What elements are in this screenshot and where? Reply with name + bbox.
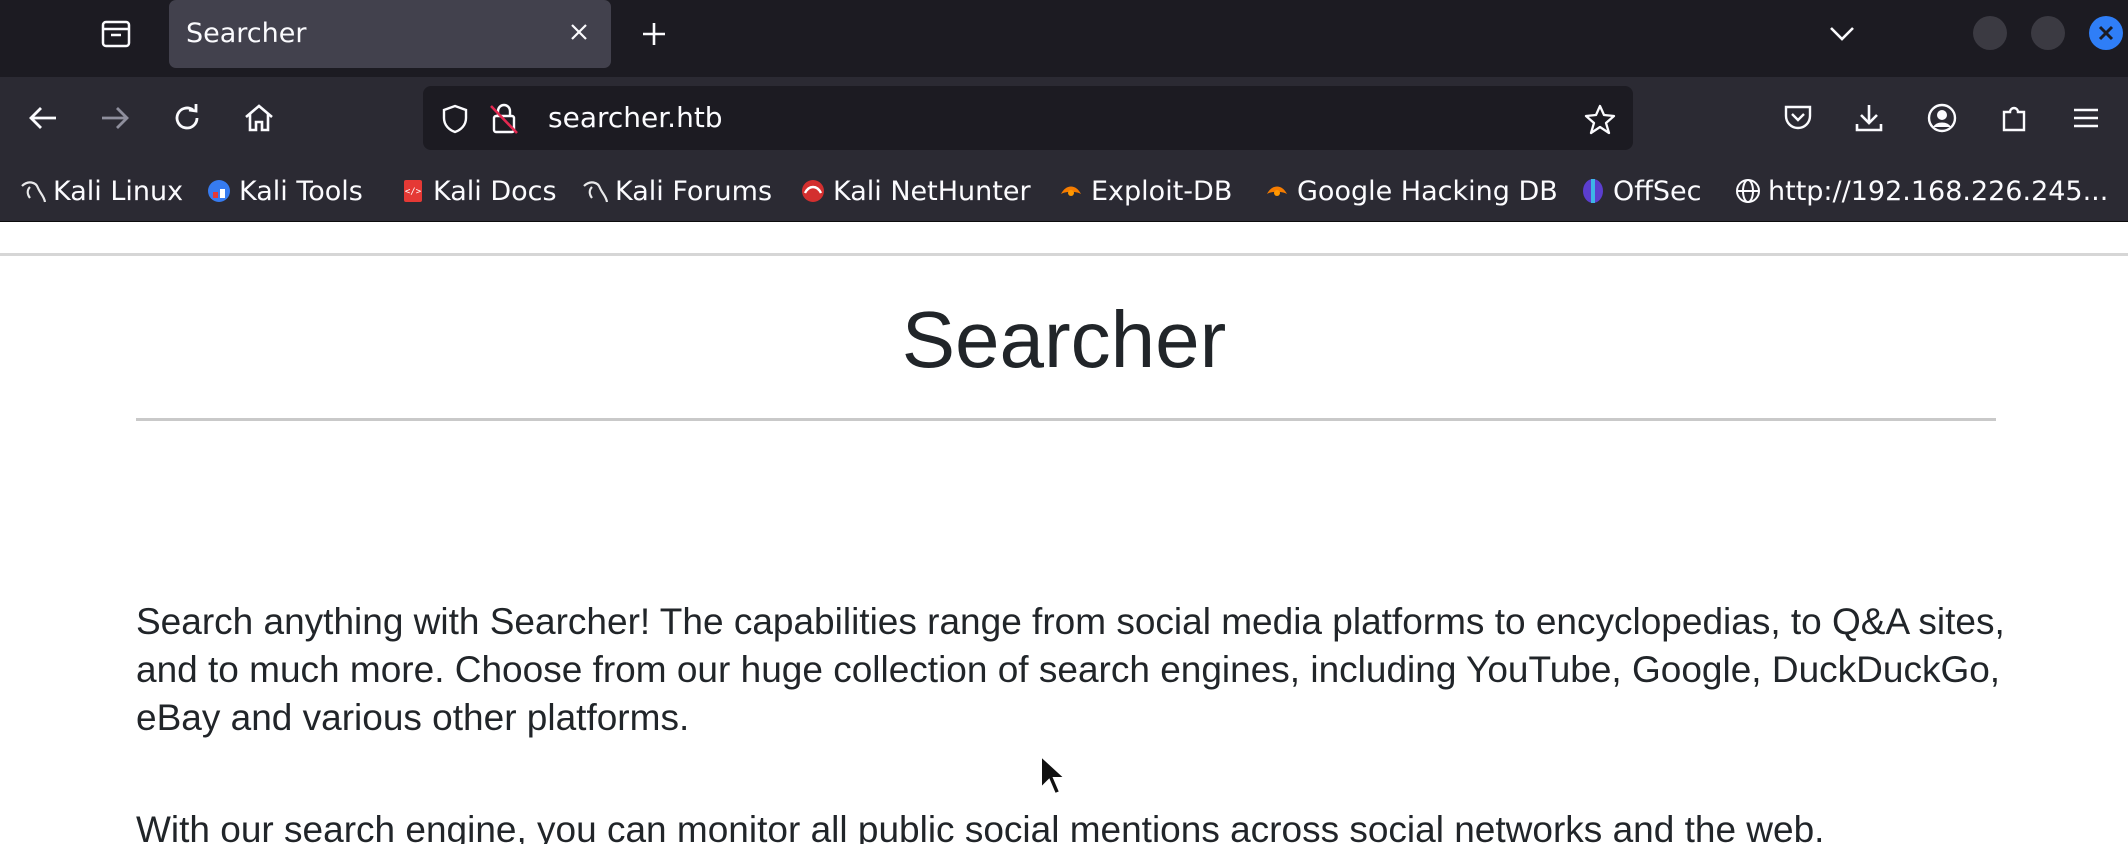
nethunter-icon — [800, 178, 826, 204]
maximize-button[interactable] — [2031, 16, 2065, 50]
bookmark-kali-docs[interactable]: </> Kali Docs — [400, 172, 557, 210]
arrow-left-icon — [29, 107, 56, 129]
divider — [0, 253, 2128, 256]
bookmark-page-button[interactable] — [1583, 102, 1617, 136]
intro-paragraph: Search anything with Searcher! The capab… — [136, 601, 2005, 738]
bookmark-offsec[interactable]: OffSec — [1580, 172, 1701, 210]
kali-dragon-icon — [582, 178, 608, 204]
puzzle-piece-icon — [2002, 106, 2026, 132]
forward-button[interactable] — [92, 95, 138, 141]
exploit-db-icon — [1264, 178, 1290, 204]
tab-close-button[interactable] — [565, 18, 593, 46]
bookmark-label: OffSec — [1613, 175, 1702, 207]
downloads-button[interactable] — [1846, 95, 1892, 141]
reload-button[interactable] — [164, 95, 210, 141]
firefox-view-button[interactable] — [94, 14, 138, 54]
minimize-button[interactable] — [1973, 16, 2007, 50]
list-all-tabs-button[interactable] — [1822, 14, 1862, 54]
back-button[interactable] — [20, 95, 66, 141]
navigation-toolbar: searcher.htb — [0, 77, 2128, 162]
home-icon — [245, 104, 273, 132]
plus-icon — [643, 23, 665, 45]
hamburger-menu-icon — [2074, 108, 2098, 128]
home-button[interactable] — [236, 95, 282, 141]
tab-strip: Searcher — [0, 0, 2128, 77]
account-button[interactable] — [1919, 95, 1965, 141]
pocket-icon — [1784, 105, 1812, 130]
tab-active[interactable]: Searcher — [169, 0, 611, 68]
bookmark-label: Kali NetHunter — [833, 175, 1031, 207]
pocket-button[interactable] — [1775, 95, 1821, 141]
bookmark-ip-link[interactable]: http://192.168.226.245... — [1735, 172, 2108, 210]
kali-dragon-icon — [20, 178, 46, 204]
offsec-icon — [1580, 178, 1606, 204]
tab-title: Searcher — [186, 18, 307, 49]
bookmark-kali-tools[interactable]: Kali Tools — [206, 172, 363, 210]
tracking-protection-button[interactable] — [438, 102, 472, 136]
close-icon — [2098, 25, 2114, 41]
url-text: searcher.htb — [548, 101, 723, 134]
firefox-view-icon — [101, 20, 131, 48]
star-icon — [1584, 104, 1616, 135]
kali-docs-icon: </> — [400, 178, 426, 204]
bookmark-label: Kali Docs — [433, 175, 557, 207]
divider — [136, 418, 1996, 421]
extensions-button[interactable] — [1991, 95, 2037, 141]
site-security-button[interactable] — [487, 102, 521, 136]
app-menu-button[interactable] — [2063, 95, 2109, 141]
bookmark-kali-linux[interactable]: Kali Linux — [20, 172, 183, 210]
download-icon — [1855, 105, 1883, 132]
kali-tools-icon — [206, 178, 232, 204]
bookmark-exploit-db[interactable]: Exploit-DB — [1058, 172, 1232, 210]
window-close-button[interactable] — [2089, 16, 2123, 50]
insecure-lock-icon — [490, 103, 518, 134]
mouse-cursor-icon — [1040, 754, 1068, 796]
arrow-right-icon — [102, 107, 129, 129]
svg-text:</>: </> — [405, 187, 422, 197]
reload-icon — [175, 104, 199, 130]
account-icon — [1927, 103, 1957, 133]
bookmark-label: Exploit-DB — [1091, 175, 1233, 207]
page-content: Searcher Search anything with Searcher! … — [0, 222, 2128, 844]
bookmarks-toolbar: Kali Linux Kali Tools </> Kali Docs Kali… — [0, 162, 2128, 222]
bookmark-kali-nethunter[interactable]: Kali NetHunter — [800, 172, 1031, 210]
url-bar[interactable]: searcher.htb — [423, 86, 1633, 150]
globe-icon — [1735, 178, 1761, 204]
bookmark-google-hacking-db[interactable]: Google Hacking DB — [1264, 172, 1558, 210]
bookmark-label: Kali Linux — [53, 175, 184, 207]
exploit-db-icon — [1058, 178, 1084, 204]
shield-icon — [442, 104, 468, 134]
bookmark-kali-forums[interactable]: Kali Forums — [582, 172, 772, 210]
page-title: Searcher — [901, 295, 1227, 384]
monitor-paragraph: With our search engine, you can monitor … — [136, 809, 1825, 844]
new-tab-button[interactable] — [634, 14, 674, 54]
bookmark-label: Kali Forums — [615, 175, 773, 207]
chevron-down-icon — [1830, 27, 1854, 41]
bookmark-label: Kali Tools — [239, 175, 363, 207]
bookmark-label: http://192.168.226.245... — [1768, 175, 2109, 207]
close-icon — [571, 24, 587, 40]
bookmark-label: Google Hacking DB — [1297, 175, 1558, 207]
